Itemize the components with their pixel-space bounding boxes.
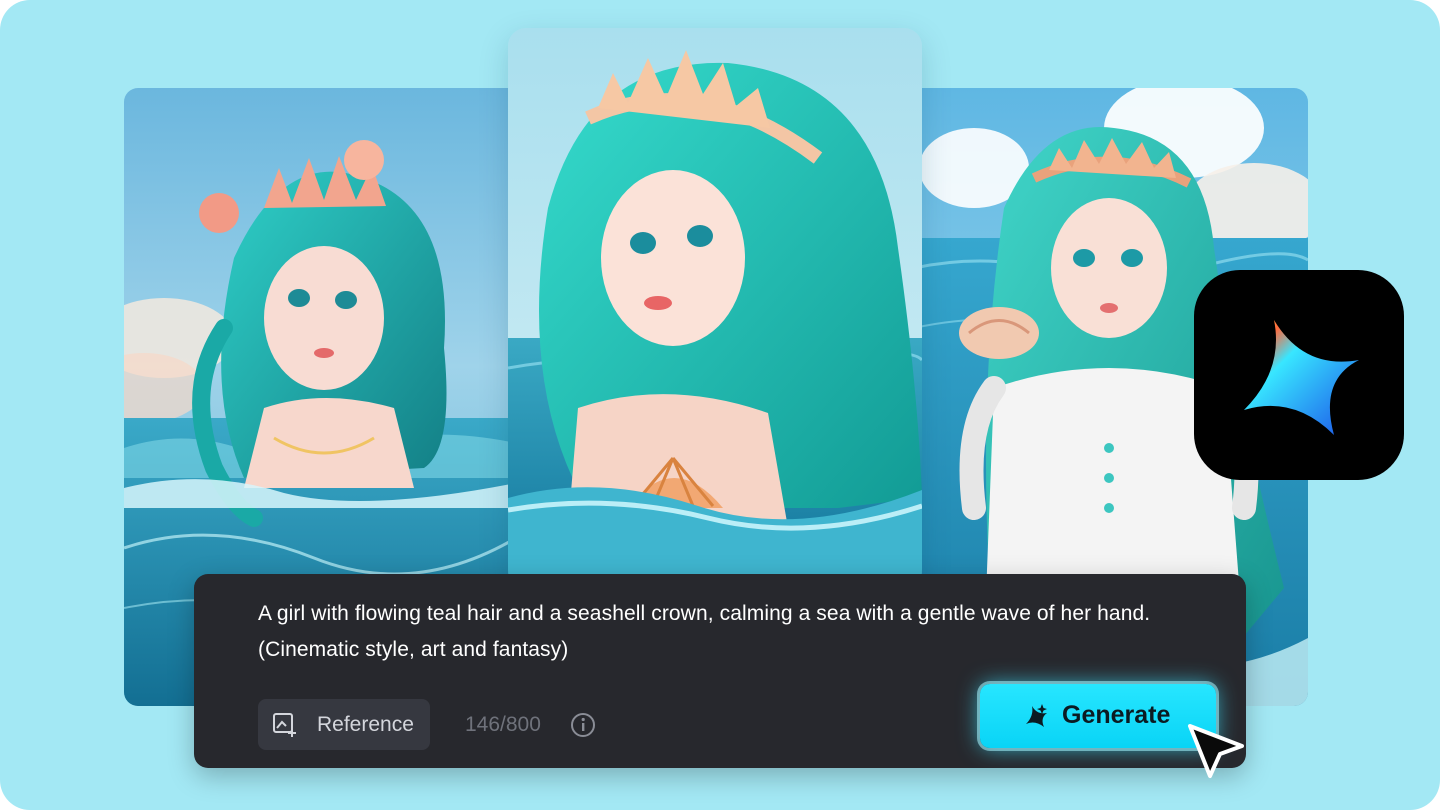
- app-logo-icon: [1194, 270, 1404, 480]
- prompt-panel: A girl with flowing teal hair and a seas…: [194, 574, 1246, 768]
- canvas: A girl with flowing teal hair and a seas…: [0, 0, 1440, 810]
- prompt-text[interactable]: A girl with flowing teal hair and a seas…: [258, 596, 1158, 668]
- app-logo-sparkle-graphic: [1244, 320, 1359, 435]
- generate-label: Generate: [1062, 701, 1171, 729]
- sparkle-icon: [1026, 704, 1047, 727]
- artwork-center[interactable]: [508, 28, 922, 588]
- reference-label: Reference: [317, 713, 414, 736]
- reference-button[interactable]: Reference: [258, 699, 430, 750]
- generate-button[interactable]: Generate: [980, 684, 1216, 748]
- char-count: 146/800: [465, 713, 541, 736]
- info-icon[interactable]: [570, 712, 596, 738]
- mermaid-artwork-center-image: [508, 28, 922, 588]
- mouse-pointer-icon: [1188, 724, 1244, 778]
- image-add-icon: [273, 713, 296, 737]
